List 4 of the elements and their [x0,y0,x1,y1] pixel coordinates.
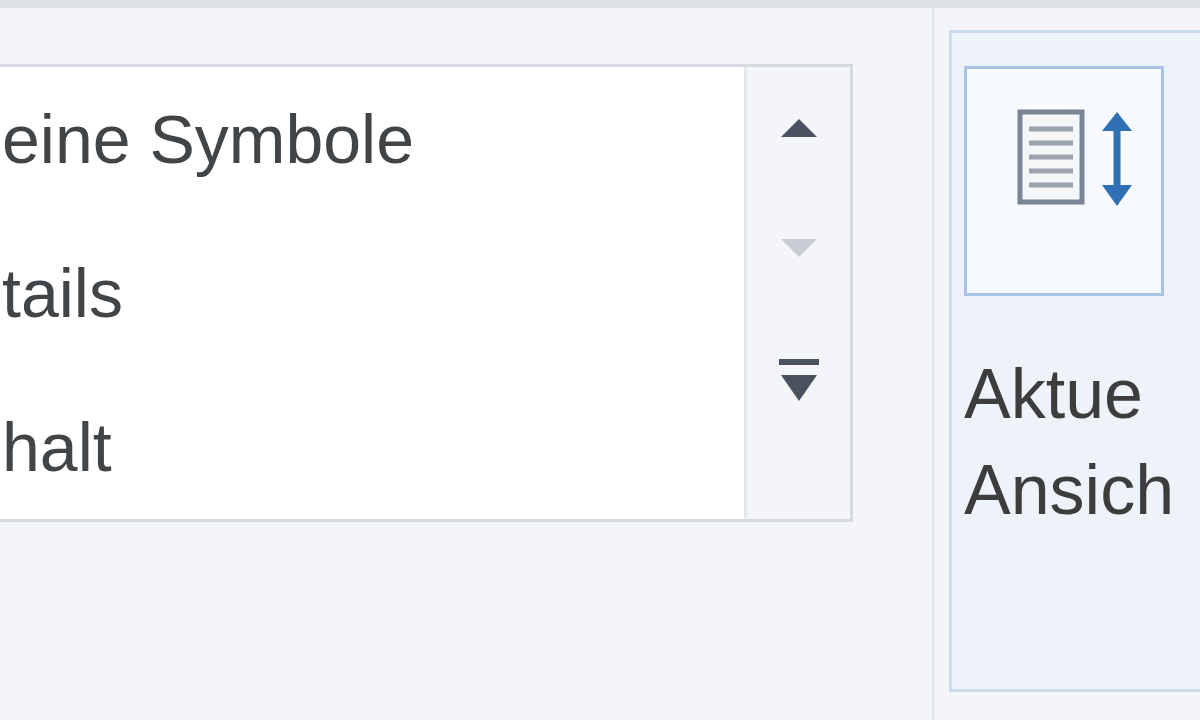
size-columns-button[interactable]: Aktue Ansich [964,66,1200,538]
view-option[interactable]: eine Symbole [0,97,415,181]
view-option[interactable]: halt [0,405,112,489]
view-option[interactable]: tails [0,251,123,335]
